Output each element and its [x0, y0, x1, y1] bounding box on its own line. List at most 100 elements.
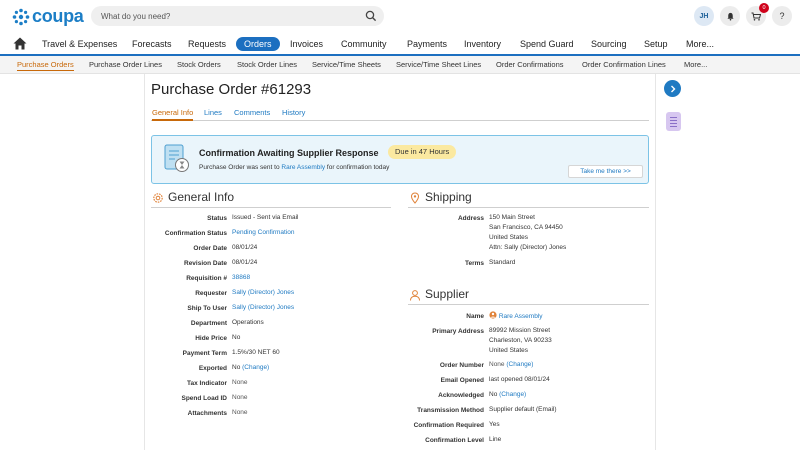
user-avatar[interactable]: JH [694, 6, 714, 26]
value-terms: Standard [489, 259, 516, 266]
nav-spend-guard[interactable]: Spend Guard [520, 37, 574, 51]
value-revision-date: 08/01/24 [232, 259, 258, 266]
map-pin-icon [410, 192, 420, 204]
nav-payments[interactable]: Payments [407, 37, 447, 51]
subnav-service-time-sheets[interactable]: Service/Time Sheets [312, 60, 381, 69]
order-number-change-link[interactable]: (Change) [506, 361, 533, 368]
label-confirmation-required: Confirmation Required [413, 422, 484, 429]
value-attachments: None [232, 409, 248, 416]
value-primary-address: 89992 Mission Street Charleston, VA 9023… [489, 326, 552, 356]
confirmation-banner: Confirmation Awaiting Supplier Response … [151, 135, 649, 184]
value-ship-address: 150 Main Street San Francisco, CA 94450 … [489, 213, 566, 253]
coupa-logo[interactable]: coupa [12, 6, 84, 27]
nav-travel-expenses[interactable]: Travel & Expenses [42, 37, 117, 51]
subnav-more[interactable]: More... [684, 60, 707, 69]
banner-title: Confirmation Awaiting Supplier Response [199, 148, 379, 158]
value-spend-load-id: None [232, 394, 248, 401]
banner-message: Purchase Order was sent to Rare Assembly… [199, 164, 389, 171]
supplier-badge-icon [489, 311, 497, 319]
acknowledged-change-link[interactable]: (Change) [499, 391, 526, 398]
value-email-opened: last opened 08/01/24 [489, 376, 550, 383]
value-requester[interactable]: Sally (Director) Jones [232, 288, 294, 298]
value-order-date: 08/01/24 [232, 244, 258, 251]
supplier-address-line3: United States [489, 347, 529, 354]
value-acknowledged: No (Change) [489, 390, 526, 400]
value-requisition[interactable]: 38868 [232, 273, 250, 283]
value-hide-price: No [232, 334, 241, 341]
label-confirmation-level: Confirmation Level [425, 437, 484, 444]
nav-orders[interactable]: Orders [236, 37, 280, 51]
supplier-address-line1: 89992 Mission Street [489, 327, 551, 334]
banner-msg-suffix: for confirmation today [325, 164, 390, 171]
nav-forecasts[interactable]: Forecasts [132, 37, 172, 51]
label-ship-address: Address [457, 215, 484, 222]
person-icon [410, 290, 420, 301]
supplier-title: Supplier [425, 287, 470, 301]
value-confirmation-status[interactable]: Pending Confirmation [232, 228, 295, 238]
expand-panel-button[interactable] [664, 80, 681, 97]
label-transmission-method: Transmission Method [417, 407, 484, 414]
supplier-address-line2: Charleston, VA 90233 [489, 337, 552, 344]
label-department: Department [190, 320, 227, 327]
subnav-service-time-sheet-lines[interactable]: Service/Time Sheet Lines [396, 60, 481, 69]
notes-line-icon [670, 122, 677, 124]
label-ship-to-user: Ship To User [187, 305, 227, 312]
label-acknowledged: Acknowledged [438, 392, 484, 399]
value-transmission-method: Supplier default (Email) [489, 406, 557, 413]
tab-lines[interactable]: Lines [204, 108, 222, 117]
bell-icon [726, 12, 734, 21]
nav-setup[interactable]: Setup [644, 37, 668, 51]
exported-value: No [232, 364, 241, 371]
gear-icon [153, 193, 163, 203]
subnav-purchase-orders[interactable]: Purchase Orders [17, 60, 74, 71]
coupa-logo-icon [12, 8, 30, 25]
general-info-title: General Info [168, 190, 235, 204]
search-icon[interactable] [364, 9, 378, 23]
tab-history[interactable]: History [282, 108, 305, 117]
subnav-stock-orders[interactable]: Stock Orders [177, 60, 221, 69]
top-bar: coupa JH 0 ? [0, 0, 800, 32]
user-initials: JH [699, 12, 709, 20]
nav-requests[interactable]: Requests [188, 37, 226, 51]
search-input[interactable] [101, 10, 351, 22]
nav-more[interactable]: More... [686, 37, 714, 51]
value-department: Operations [232, 319, 264, 326]
take-me-there-button[interactable]: Take me there >> [568, 165, 643, 178]
subnav-purchase-order-lines[interactable]: Purchase Order Lines [89, 60, 162, 69]
nav-inventory[interactable]: Inventory [464, 37, 501, 51]
search-box[interactable] [91, 6, 384, 26]
sub-nav: Purchase Orders Purchase Order Lines Sto… [0, 56, 800, 74]
help-button[interactable]: ? [772, 6, 792, 26]
value-ship-to-user[interactable]: Sally (Director) Jones [232, 303, 294, 313]
banner-supplier-link[interactable]: Rare Assembly [281, 164, 325, 171]
supplier-name-link[interactable]: Rare Assembly [499, 313, 543, 320]
document-hourglass-icon [164, 144, 189, 172]
label-exported: Exported [198, 365, 227, 372]
cart-count-badge: 0 [759, 3, 769, 13]
value-order-number: None (Change) [489, 360, 533, 370]
label-tax-indicator: Tax Indicator [187, 380, 227, 387]
general-info-header: General Info [151, 190, 391, 208]
cart-button[interactable]: 0 [746, 3, 769, 26]
value-confirmation-level: Line [489, 436, 502, 443]
subnav-order-confirmations[interactable]: Order Confirmations [496, 60, 564, 69]
label-terms: Terms [464, 260, 484, 267]
page-title: Purchase Order #61293 [151, 81, 312, 98]
nav-invoices[interactable]: Invoices [290, 37, 323, 51]
ship-address-line4: Attn: Sally (Director) Jones [489, 244, 567, 251]
notifications-button[interactable] [720, 6, 740, 26]
value-status: Issued - Sent via Email [232, 214, 299, 221]
banner-msg-prefix: Purchase Order was sent to [199, 164, 282, 171]
tab-comments[interactable]: Comments [234, 108, 270, 117]
value-tax-indicator: None [232, 379, 248, 386]
nav-community[interactable]: Community [341, 37, 387, 51]
subnav-order-confirmation-lines[interactable]: Order Confirmation Lines [582, 60, 666, 69]
notes-panel-button[interactable] [666, 112, 681, 131]
subnav-stock-order-lines[interactable]: Stock Order Lines [237, 60, 297, 69]
label-email-opened: Email Opened [440, 377, 484, 384]
tab-general-info[interactable]: General Info [152, 108, 194, 121]
exported-change-link[interactable]: (Change) [242, 364, 269, 371]
main-nav: Travel & Expenses Forecasts Requests Ord… [0, 34, 800, 54]
due-pill: Due in 47 Hours [388, 145, 457, 159]
nav-sourcing[interactable]: Sourcing [591, 37, 627, 51]
